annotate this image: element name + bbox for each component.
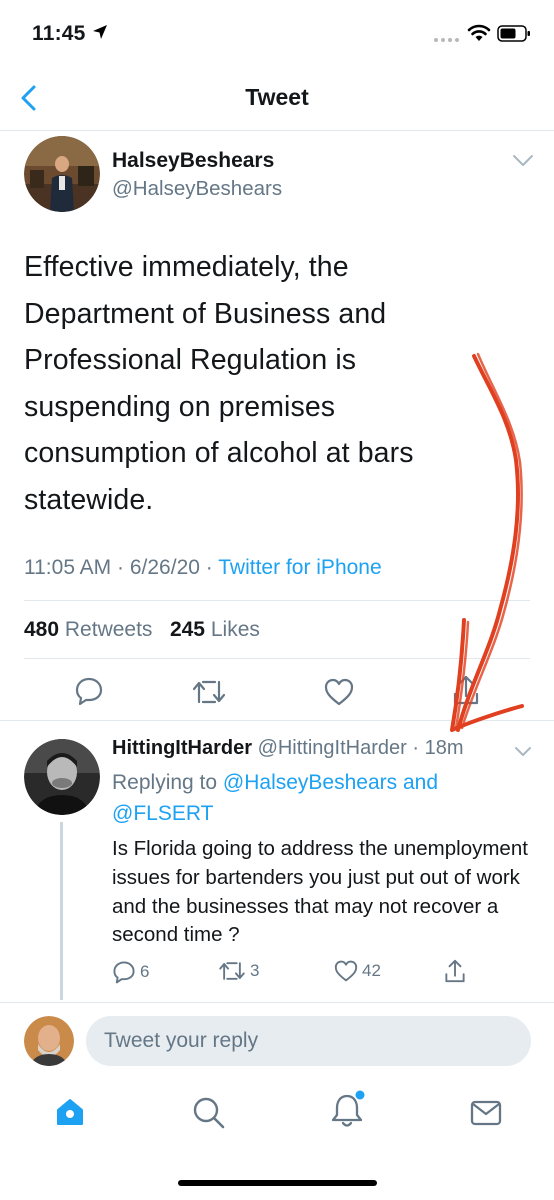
share-icon[interactable] (452, 674, 480, 706)
actions-divider (0, 720, 554, 721)
retweets-label[interactable]: Retweets (65, 618, 153, 641)
likes-count[interactable]: 245 (170, 618, 205, 641)
author-name[interactable]: HalseyBeshears (112, 149, 274, 173)
like-count: 42 (362, 961, 381, 980)
retweets-count[interactable]: 480 (24, 618, 59, 641)
tweet-stats: 480 Retweets 245 Likes (24, 618, 260, 642)
reply-retweet-button[interactable]: 3 (218, 960, 259, 982)
page-title: Tweet (245, 84, 309, 110)
replying-prefix: Replying to (112, 771, 218, 794)
tweet-meta: 11:05 AM · 6/26/20 · Twitter for iPhone (24, 556, 382, 580)
notifications-icon[interactable] (330, 1088, 368, 1130)
location-arrow-icon (93, 25, 107, 39)
chevron-down-icon[interactable] (514, 746, 532, 758)
meta-separator: · (205, 556, 213, 579)
reply-header: HittingItHarder @HittingItHarder · 18m (112, 737, 464, 760)
nav-divider (0, 130, 554, 131)
reply-icon (113, 961, 135, 984)
reply-age: · 18m (412, 737, 464, 759)
reply-icon[interactable] (74, 676, 104, 706)
tweet-date: 6/26/20 (129, 556, 200, 579)
share-icon (445, 959, 465, 983)
home-icon[interactable] (54, 1096, 86, 1128)
reply-author-handle[interactable]: @HittingItHarder (258, 737, 407, 759)
reply-author-name[interactable]: HittingItHarder (112, 737, 252, 759)
likes-label[interactable]: Likes (211, 618, 260, 641)
reply-like-button[interactable]: 42 (334, 960, 381, 982)
chevron-down-icon[interactable] (512, 154, 534, 168)
reply-reply-button[interactable]: 6 (112, 960, 149, 984)
thread-line (60, 822, 63, 1000)
reply-text: Is Florida going to address the unemploy… (112, 837, 528, 947)
status-time: 11:45 (32, 22, 86, 45)
reply-share-button[interactable] (444, 958, 466, 984)
retweet-count: 3 (250, 961, 260, 980)
stats-divider (24, 658, 530, 659)
battery-icon (497, 25, 530, 42)
meta-separator: · (117, 556, 125, 579)
retweet-icon (219, 962, 245, 980)
current-user-avatar[interactable] (24, 1016, 74, 1066)
like-icon[interactable] (324, 678, 354, 706)
cell-signal-icon (434, 38, 459, 42)
like-icon (334, 960, 358, 982)
tweet-source-link[interactable]: Twitter for iPhone (218, 556, 381, 579)
composer-placeholder[interactable]: Tweet your reply (104, 1029, 258, 1053)
reply-author-avatar[interactable] (24, 739, 100, 815)
reply-count: 6 (140, 962, 150, 981)
wifi-icon (467, 24, 491, 41)
reply-divider (0, 1002, 554, 1003)
tweet-text: Effective immediately, the Department of… (24, 251, 414, 516)
retweet-icon[interactable] (192, 678, 226, 706)
replying-to: Replying to @HalseyBeshears and @FLSERT (112, 767, 492, 829)
home-indicator (178, 1180, 377, 1186)
author-avatar[interactable] (24, 136, 100, 212)
meta-divider (24, 600, 530, 601)
messages-icon[interactable] (470, 1100, 502, 1126)
search-icon[interactable] (192, 1096, 226, 1130)
author-handle[interactable]: @HalseyBeshears (112, 177, 282, 201)
tweet-time: 11:05 AM (24, 556, 112, 579)
